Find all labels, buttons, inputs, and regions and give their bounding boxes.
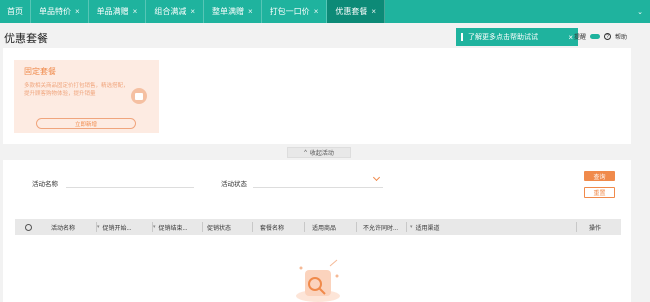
activity-status-label: 活动状态 [221, 181, 247, 188]
activity-name-label: 活动名称 [32, 181, 58, 188]
close-icon[interactable]: × [371, 7, 376, 16]
add-new-button[interactable]: 立即新增 [36, 118, 136, 129]
tab-label: 单品满赠 [96, 7, 129, 16]
activity-status-select[interactable] [253, 187, 383, 188]
tab-order-gift[interactable]: 整单满赠 × [204, 0, 262, 23]
column-header[interactable]: ▾ 适用渠道 [407, 219, 577, 235]
column-header: 促销状态 [203, 219, 253, 235]
tab-label: 单品特价 [39, 7, 71, 16]
fixed-package-card[interactable]: 固定套餐 多款相关商品固定价打包销售，精选搭配，提升顾客购物体验，提升销量 立即… [14, 60, 159, 133]
tip-text: 了解更多点击帮助试试 [468, 34, 538, 41]
column-header: 适用商品 [305, 219, 357, 235]
header-actions: 提醒 ? 帮助 [574, 32, 627, 41]
card-description: 多款相关商品固定价打包销售，精选搭配，提升顾客购物体验，提升销量 [24, 83, 129, 97]
reset-button[interactable]: 重置 [584, 187, 615, 198]
gift-icon [131, 88, 147, 104]
close-icon[interactable]: × [248, 7, 253, 16]
column-header: 套餐名称 [253, 219, 305, 235]
close-icon[interactable]: × [75, 7, 80, 16]
gear-icon[interactable] [25, 223, 32, 231]
remind-label: 提醒 [573, 35, 586, 41]
page-title: 优惠套餐 [4, 33, 48, 45]
collapse-activities-button[interactable]: ^ 收起活动 [287, 147, 351, 158]
close-icon[interactable]: × [190, 7, 195, 16]
chevron-down-icon[interactable]: ⌄ [630, 0, 650, 23]
close-icon[interactable]: × [133, 7, 138, 16]
column-header: 不允许同时... [357, 219, 407, 235]
tab-combo-discount[interactable]: 组合满减 × [146, 0, 205, 23]
package-panel: 固定套餐 多款相关商品固定价打包销售，精选搭配，提升顾客购物体验，提升销量 立即… [3, 48, 631, 144]
help-tip: 了解更多点击帮助试试 × [456, 28, 578, 46]
tab-label: 组合满减 [154, 7, 187, 16]
close-icon[interactable]: × [314, 7, 319, 16]
tab-label: 整单满赠 [212, 7, 245, 16]
collapse-label: 收起活动 [309, 151, 334, 157]
tab-label: 打包一口价 [269, 7, 310, 16]
table-header: 活动名称 ▾ 促销开始... ▾ 促销结束... 促销状态 套餐名称 适用商品 不允… [15, 219, 621, 235]
column-header: 活动名称 [51, 219, 97, 235]
tab-label: 首页 [7, 7, 23, 16]
close-icon[interactable]: × [568, 33, 573, 42]
column-header[interactable]: ▾ 促销开始... [97, 219, 153, 235]
column-settings[interactable] [25, 219, 32, 235]
query-button[interactable]: 查询 [584, 171, 615, 181]
help-link[interactable]: 帮助 [615, 32, 627, 41]
tab-single-special[interactable]: 单品特价 × [31, 0, 89, 23]
chevron-up-icon: ^ [304, 149, 307, 156]
tab-home[interactable]: 首页 [0, 0, 31, 23]
tab-single-gift[interactable]: 单品满赠 × [89, 0, 147, 23]
activity-name-input[interactable] [66, 187, 194, 188]
column-header: 操作 [589, 225, 602, 232]
tab-label: 优惠套餐 [335, 7, 368, 16]
top-tab-bar: 首页 单品特价 × 单品满赠 × 组合满减 × 整单满赠 × 打包一口价 × 优惠套餐 × … [0, 0, 650, 23]
help-icon[interactable]: ? [603, 33, 611, 40]
tip-bar [461, 33, 463, 41]
tab-discount-package[interactable]: 优惠套餐 × [327, 0, 386, 23]
empty-state-illustration [296, 259, 340, 302]
card-title: 固定套餐 [24, 67, 56, 76]
column-header[interactable]: ▾ 促销结束... [153, 219, 203, 235]
remind-toggle[interactable] [589, 34, 600, 39]
tab-bundle-price[interactable]: 打包一口价 × [262, 0, 328, 23]
